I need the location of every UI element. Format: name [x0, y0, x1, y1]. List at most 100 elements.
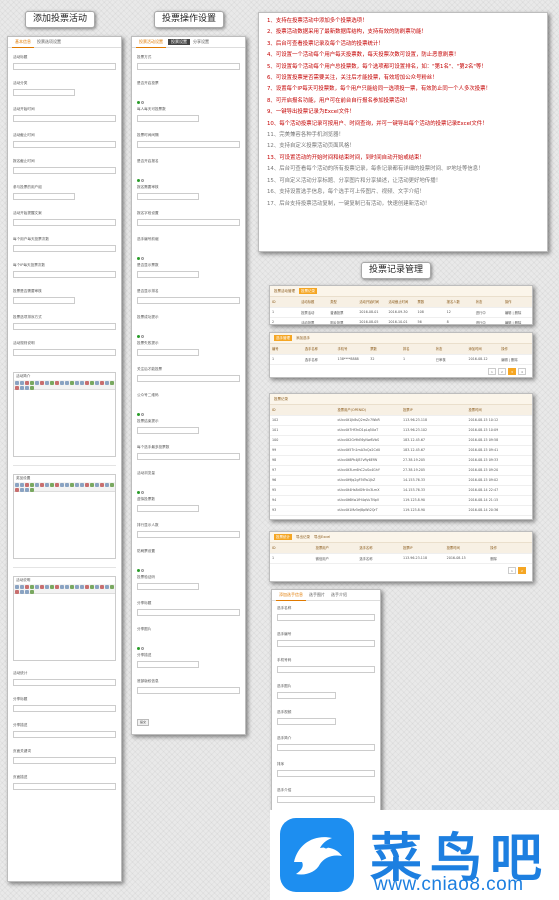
toolbar-button-icon[interactable]: [65, 381, 69, 385]
toolbar-button-icon[interactable]: [100, 381, 104, 385]
field-input[interactable]: [137, 271, 199, 278]
column-header[interactable]: 投票用户: [313, 543, 358, 554]
field-input[interactable]: [277, 718, 336, 725]
column-header[interactable]: 排名: [401, 344, 434, 355]
toolbar-button-icon[interactable]: [35, 381, 39, 385]
field-input[interactable]: [277, 770, 375, 777]
column-header[interactable]: 选手名称: [357, 543, 401, 554]
description-editor-toolbar[interactable]: [14, 584, 115, 594]
toolbar-button-icon[interactable]: [110, 381, 114, 385]
toolbar-button-icon[interactable]: [30, 386, 34, 390]
field-input[interactable]: [13, 193, 75, 200]
tab-contestant-manage[interactable]: 选手管理: [274, 335, 292, 341]
column-header[interactable]: 选手名称: [302, 344, 336, 355]
field-input[interactable]: [13, 757, 116, 764]
tab-activity-manage[interactable]: 投票活动管理: [274, 289, 295, 294]
field-input[interactable]: [137, 531, 240, 538]
toolbar-button-icon[interactable]: [85, 381, 89, 385]
toolbar-button-icon[interactable]: [70, 585, 74, 589]
toolbar-button-icon[interactable]: [20, 585, 24, 589]
tab-contestant-intro[interactable]: 选手介绍: [328, 590, 350, 600]
toolbar-button-icon[interactable]: [65, 585, 69, 589]
column-header[interactable]: ID: [270, 543, 314, 554]
toolbar-button-icon[interactable]: [45, 483, 49, 487]
toolbar-button-icon[interactable]: [35, 585, 39, 589]
field-input[interactable]: [137, 687, 240, 694]
toolbar-button-icon[interactable]: [70, 381, 74, 385]
toolbar-button-icon[interactable]: [80, 483, 84, 487]
toolbar-button-icon[interactable]: [70, 483, 74, 487]
table-cell[interactable]: 2016-08-15 09:20: [466, 465, 532, 476]
field-input[interactable]: [137, 141, 240, 148]
toolbar-button-icon[interactable]: [90, 381, 94, 385]
table-cell[interactable]: 2016-08-14 22:47: [466, 485, 532, 496]
toolbar-button-icon[interactable]: [25, 483, 29, 487]
column-header[interactable]: 投票IP: [401, 405, 467, 416]
field-input[interactable]: [137, 193, 199, 200]
table-cell[interactable]: 编辑 | 删除: [502, 307, 532, 318]
toolbar-button-icon[interactable]: [75, 381, 79, 385]
toolbar-button-icon[interactable]: [55, 483, 59, 487]
field-input[interactable]: [137, 609, 240, 616]
field-input[interactable]: [137, 375, 240, 382]
toolbar-button-icon[interactable]: [95, 585, 99, 589]
prize-editor-toolbar[interactable]: [14, 482, 115, 492]
toolbar-button-icon[interactable]: [20, 386, 24, 390]
table-row[interactable]: 1 选手名称 138****8888 32 1 已审核 2016-08-12 编辑 | 删除: [270, 354, 532, 365]
toolbar-button-icon[interactable]: [30, 381, 34, 385]
toolbar-button-icon[interactable]: [60, 381, 64, 385]
field-input[interactable]: [277, 666, 375, 673]
table-row[interactable]: 95 oUxv0t4Hs8dG9rUv3LmX 14.153.76.33 2016-0…: [270, 485, 532, 496]
table-cell[interactable]: 2016-08-14 20:36: [466, 505, 532, 516]
toolbar-button-icon[interactable]: [40, 585, 44, 589]
column-header[interactable]: 类型: [328, 297, 358, 308]
vote-records-pager[interactable]: 123: [270, 516, 532, 519]
field-input[interactable]: [137, 115, 199, 122]
table-cell[interactable]: 2016-08-15 10:09: [466, 425, 532, 436]
toolbar-button-icon[interactable]: [110, 483, 114, 487]
contestant-pager[interactable]: 1234: [270, 365, 532, 378]
field-input[interactable]: [277, 640, 375, 647]
field-input[interactable]: [137, 219, 240, 226]
field-input[interactable]: [277, 796, 375, 803]
field-input[interactable]: [137, 349, 199, 356]
toolbar-button-icon[interactable]: [30, 590, 34, 594]
toolbar-button-icon[interactable]: [105, 381, 109, 385]
field-input[interactable]: [13, 167, 116, 174]
tab-export-excel[interactable]: 导出Excel: [314, 535, 330, 540]
toolbar-button-icon[interactable]: [20, 590, 24, 594]
toolbar-button-icon[interactable]: [105, 483, 109, 487]
toolbar-button-icon[interactable]: [30, 483, 34, 487]
tab-share-settings[interactable]: 分享设置: [190, 37, 212, 47]
column-header[interactable]: 添加时间: [466, 344, 500, 355]
toolbar-button-icon[interactable]: [60, 483, 64, 487]
column-header[interactable]: 票数: [415, 297, 445, 308]
column-header[interactable]: 活动截止时间: [386, 297, 416, 308]
column-header[interactable]: 状态: [433, 344, 467, 355]
toolbar-button-icon[interactable]: [95, 483, 99, 487]
table-row[interactable]: 96 oUxv0t9Jq2gF5tTw1JkZ 14.153.76.33 2016-0…: [270, 475, 532, 486]
table-cell[interactable]: 编辑 | 删除: [502, 317, 532, 324]
toolbar-button-icon[interactable]: [95, 381, 99, 385]
field-input[interactable]: [13, 731, 116, 738]
table-row[interactable]: 101 oUxv0t7Hf3nD1pLq5XaT 113.96.23.102 2016…: [270, 425, 532, 436]
field-input[interactable]: [13, 323, 116, 330]
prize-editor[interactable]: 奖品设置: [13, 474, 116, 559]
table-row[interactable]: 102 oUxv0t1Jk8sQ2mZc7WbR 113.96.23.118 2016…: [270, 415, 532, 426]
table-row[interactable]: 2 活动投票 图片投票 2016-08-05 2016-10-01 56 8 进行中 编辑 | …: [270, 317, 532, 324]
column-header[interactable]: 手机号: [335, 344, 369, 355]
field-input[interactable]: [13, 219, 116, 226]
field-input[interactable]: [13, 141, 116, 148]
field-input[interactable]: [13, 63, 116, 70]
table-cell[interactable]: 删除: [488, 553, 532, 564]
table-cell[interactable]: 2016-08-15 09:58: [466, 435, 532, 446]
field-input[interactable]: [277, 692, 336, 699]
toolbar-button-icon[interactable]: [55, 585, 59, 589]
table-row[interactable]: 100 oUxv0t2Gr9kE6yNw8VbS 183.12.45.67 2016-…: [270, 435, 532, 446]
toolbar-button-icon[interactable]: [45, 585, 49, 589]
toolbar-button-icon[interactable]: [15, 381, 19, 385]
column-header[interactable]: 操作: [499, 344, 532, 355]
table-row[interactable]: 1 投票活动 普通投票 2016-08-01 2016-09-30 108 12 进行中 编辑 …: [270, 307, 532, 318]
toolbar-button-icon[interactable]: [85, 585, 89, 589]
column-header[interactable]: 状态: [473, 297, 503, 308]
